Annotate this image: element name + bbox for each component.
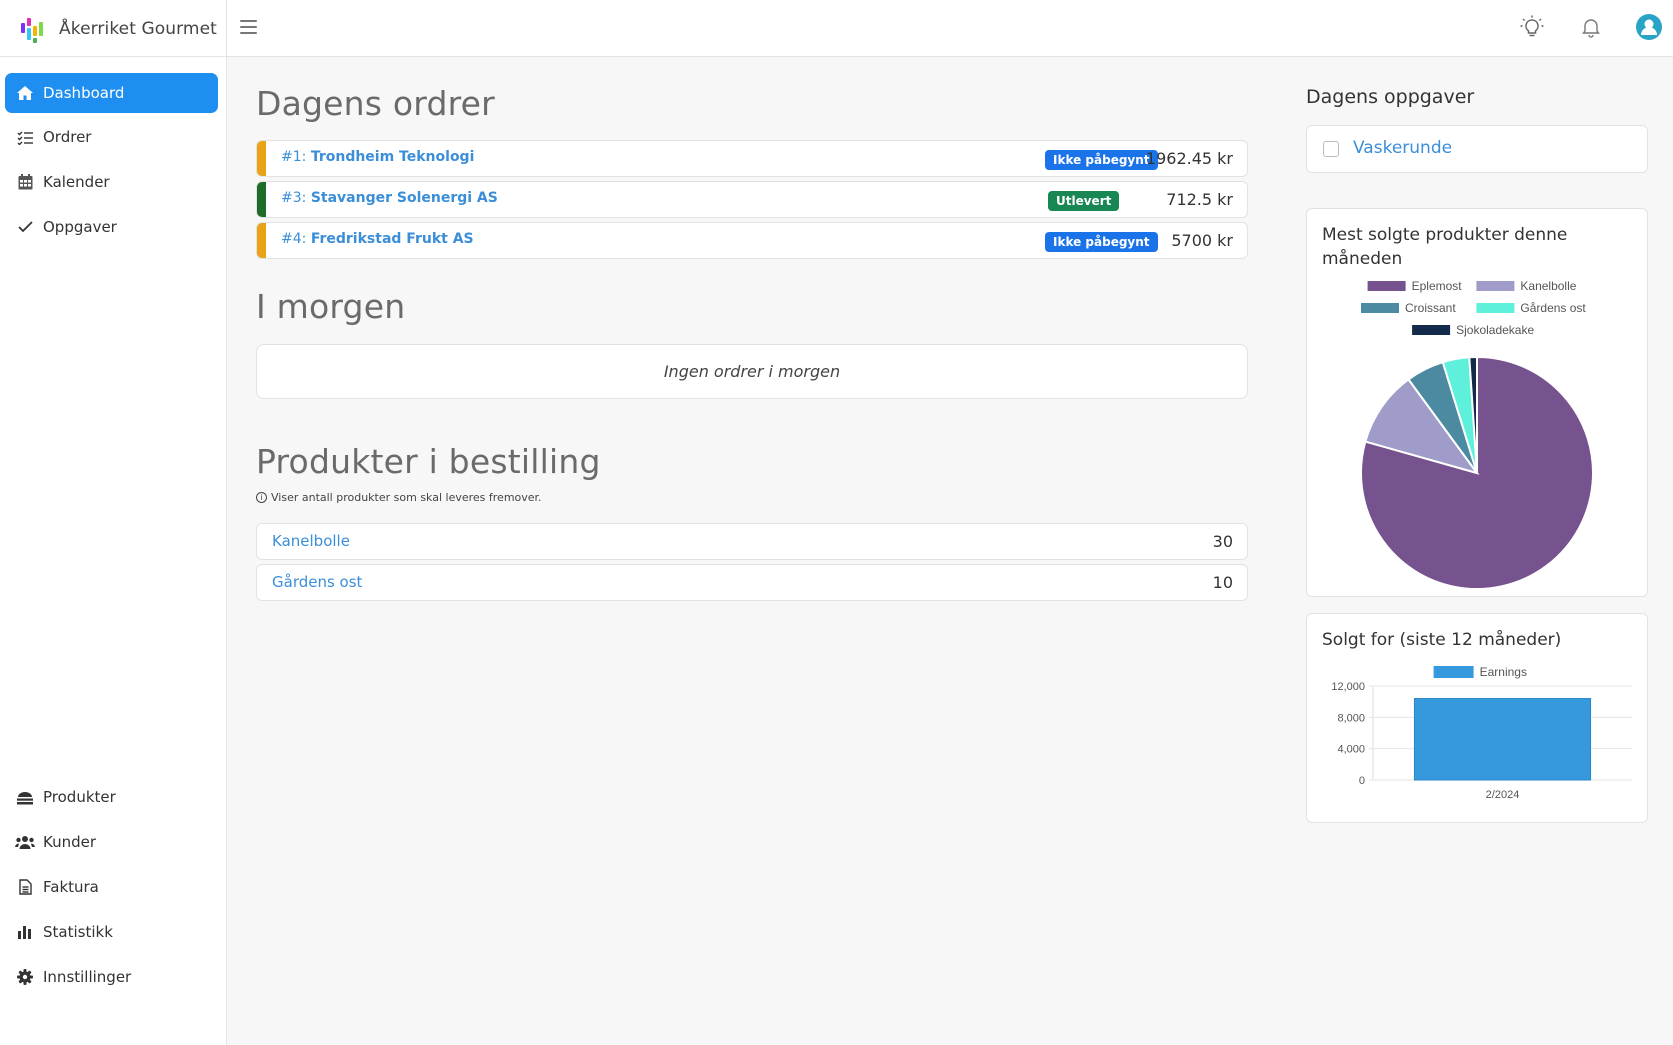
sidebar-item-kalender[interactable]: Kalender [5, 162, 218, 202]
bar-chart-card: Solgt for (siste 12 måneder) Earnings 0 4,… [1306, 613, 1648, 823]
sidebar-item-label: Kalender [43, 173, 110, 191]
bar-chart-title: Solgt for (siste 12 måneder) [1322, 630, 1562, 650]
sidebar-item-label: Faktura [43, 878, 99, 896]
sidebar-item-innstillinger[interactable]: Innstillinger [5, 957, 218, 997]
sidebar-item-dashboard[interactable]: Dashboard [5, 73, 218, 113]
product-name[interactable]: Kanelbolle [272, 532, 350, 550]
legend-item-earnings[interactable]: Earnings [1433, 665, 1527, 679]
pie-slices [1360, 355, 1594, 590]
product-row[interactable]: Gårdens ost 10 [256, 564, 1248, 601]
order-link[interactable]: #4: Fredrikstad Frukt AS [281, 231, 474, 247]
user-avatar-icon[interactable] [1635, 13, 1663, 41]
pie-chart-title: Mest solgte produkter denne måneden [1322, 225, 1568, 269]
sidebar-item-label: Oppgaver [43, 218, 117, 236]
product-row[interactable]: Kanelbolle 30 [256, 523, 1248, 560]
info-icon: i [256, 492, 267, 503]
list-check-icon [15, 128, 35, 146]
legend-item-croissant[interactable]: Croissant [1361, 301, 1456, 315]
order-row[interactable]: #1: Trondheim Teknologi Ikke påbegynt 19… [256, 140, 1248, 177]
sidebar-item-label: Kunder [43, 833, 97, 851]
info-note: i Viser antall produkter som skal levere… [256, 491, 542, 504]
empty-state: Ingen ordrer i morgen [256, 344, 1248, 399]
order-amount: 712.5 kr [1166, 190, 1233, 209]
y-tick-label: 4,000 [1337, 744, 1365, 756]
legend-swatch [1476, 303, 1515, 313]
legend-swatch [1412, 325, 1451, 335]
app-logo [19, 14, 47, 44]
legend-swatch [1367, 281, 1406, 291]
home-icon [15, 84, 35, 102]
legend-item-sjokoladekake[interactable]: Sjokoladekake [1412, 323, 1534, 337]
gear-icon [15, 968, 35, 986]
legend-label: Gårdens ost [1520, 301, 1586, 315]
status-badge: Utlevert [1048, 191, 1120, 211]
legend-label: Kanelbolle [1520, 279, 1576, 293]
pie-chart: Eplemost Kanelbolle Croissant Gårdens ost Sj… [1360, 279, 1594, 590]
x-tick-label: 2/2024 [1486, 789, 1520, 801]
order-link[interactable]: #3: Stavanger Solenergi AS [281, 190, 498, 206]
bar-chart: Earnings 0 4,000 8,000 12,000 2/2024 [1331, 665, 1632, 801]
sidebar-item-label: Produkter [43, 788, 116, 806]
order-row[interactable]: #3: Stavanger Solenergi AS Utlevert 712.… [256, 181, 1248, 218]
section-title-products: Produkter i bestilling [256, 442, 601, 481]
menu-toggle-icon[interactable] [240, 17, 260, 37]
tasks-title: Dagens oppgaver [1306, 86, 1475, 108]
invoice-icon [15, 878, 35, 896]
sidebar-item-kunder[interactable]: Kunder [5, 822, 218, 862]
legend-label: Sjokoladekake [1456, 323, 1534, 337]
pie-chart-card: Mest solgte produkter denne måneden Eple… [1306, 208, 1648, 597]
order-status-stripe [257, 182, 266, 217]
section-title-today: Dagens ordrer [256, 84, 495, 123]
legend-item-gårdens-ost[interactable]: Gårdens ost [1476, 301, 1586, 315]
status-badge: Ikke påbegynt [1045, 150, 1158, 170]
users-icon [15, 833, 35, 851]
legend-swatch [1361, 303, 1399, 313]
order-row[interactable]: #4: Fredrikstad Frukt AS Ikke påbegynt 5… [256, 222, 1248, 259]
sidebar-item-label: Statistikk [43, 923, 113, 941]
app-title: Åkerriket Gourmet [59, 18, 217, 39]
order-link[interactable]: #1: Trondheim Teknologi [281, 149, 474, 165]
cake-icon [15, 788, 35, 806]
brand[interactable]: Åkerriket Gourmet [0, 0, 227, 57]
task-checkbox[interactable] [1323, 141, 1339, 157]
check-icon [15, 218, 35, 236]
bar-2/2024[interactable] [1413, 698, 1592, 781]
legend-label: Croissant [1405, 301, 1456, 315]
y-tick-label: 0 [1359, 775, 1365, 787]
calendar-icon [15, 173, 35, 191]
legend-label: Eplemost [1412, 279, 1463, 293]
task-label[interactable]: Vaskerunde [1353, 138, 1452, 158]
sidebar: Dashboard Ordrer Kalender Oppgaver Produ… [0, 57, 227, 1045]
product-name[interactable]: Gårdens ost [272, 573, 362, 591]
order-status-stripe [257, 223, 266, 258]
lightbulb-icon[interactable] [1518, 13, 1546, 41]
product-count: 30 [1212, 532, 1233, 551]
top-bar: Åkerriket Gourmet [0, 0, 1673, 57]
sidebar-item-oppgaver[interactable]: Oppgaver [5, 207, 218, 247]
legend-item-eplemost[interactable]: Eplemost [1367, 279, 1463, 293]
sidebar-item-label: Innstillinger [43, 968, 132, 986]
sidebar-item-produkter[interactable]: Produkter [5, 777, 218, 817]
task-item: Vaskerunde [1306, 125, 1648, 173]
sidebar-item-statistikk[interactable]: Statistikk [5, 912, 218, 952]
product-count: 10 [1212, 573, 1233, 592]
legend-item-kanelbolle[interactable]: Kanelbolle [1476, 279, 1577, 293]
sidebar-item-label: Dashboard [43, 84, 125, 102]
order-amount: 1962.45 kr [1145, 149, 1233, 168]
legend-swatch [1476, 281, 1515, 291]
order-status-stripe [257, 141, 266, 176]
legend-label: Earnings [1480, 665, 1527, 679]
bell-icon[interactable] [1577, 13, 1605, 41]
section-title-tomorrow: I morgen [256, 287, 406, 326]
bar-chart-icon [15, 923, 35, 941]
status-badge: Ikke påbegynt [1045, 232, 1158, 252]
sidebar-item-ordrer[interactable]: Ordrer [5, 117, 218, 157]
sidebar-item-faktura[interactable]: Faktura [5, 867, 218, 907]
order-amount: 5700 kr [1171, 231, 1233, 250]
y-tick-label: 12,000 [1331, 681, 1365, 693]
y-tick-label: 8,000 [1337, 712, 1365, 724]
legend-swatch [1433, 666, 1474, 678]
sidebar-item-label: Ordrer [43, 128, 92, 146]
